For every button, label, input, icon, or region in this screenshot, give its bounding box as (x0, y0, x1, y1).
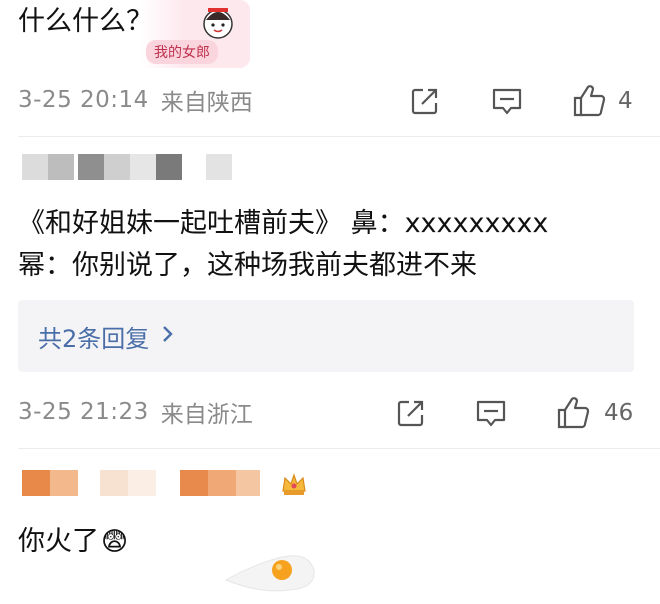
comment-3-text-row: 你火了 😨 (18, 522, 128, 562)
fried-egg-sticker (220, 536, 320, 596)
comment-1-text: 什么什么？ (18, 6, 153, 37)
comment-1-meta: 3-25 20:14 来自陕西 (18, 80, 253, 120)
comment-icon[interactable] (474, 396, 508, 430)
comment-1-sticker: 我的女郎 (140, 0, 250, 68)
divider (18, 448, 660, 449)
sticker-face-icon (198, 2, 238, 42)
sticker-label: 我的女郎 (146, 40, 218, 64)
share-icon[interactable] (408, 84, 442, 118)
replies-box[interactable]: 共2条回复 (18, 300, 634, 372)
comment-2-time: 3-25 21:23 (18, 399, 149, 425)
replies-label: 共2条回复 (38, 324, 150, 353)
view-replies-link[interactable]: 共2条回复 (38, 319, 175, 354)
comment-icon[interactable] (490, 84, 524, 118)
share-icon[interactable] (394, 396, 428, 430)
comment-1-location: 来自陕西 (160, 90, 253, 116)
thumbs-up-icon[interactable] (570, 82, 608, 120)
comment-2-meta: 3-25 21:23 来自浙江 (18, 392, 253, 432)
divider (18, 136, 660, 137)
comment-2-text-line2: 幂：你别说了，这种场我前夫都进不来 (18, 250, 477, 281)
scared-emoji-icon: 😨 (101, 527, 129, 557)
comment-3-text: 你火了 (18, 526, 99, 557)
crown-icon (278, 468, 310, 500)
comment-2-location: 来自浙江 (160, 402, 253, 428)
chevron-right-icon (161, 322, 175, 350)
comment-1-time: 3-25 20:14 (18, 87, 149, 113)
comment-2-like-count: 46 (604, 400, 634, 426)
thumbs-up-icon[interactable] (554, 394, 592, 432)
comment-1-like-count: 4 (618, 88, 633, 114)
comment-2-text-line1: 《和好姐妹一起吐槽前夫》 鼻：xxxxxxxxx (18, 208, 549, 239)
